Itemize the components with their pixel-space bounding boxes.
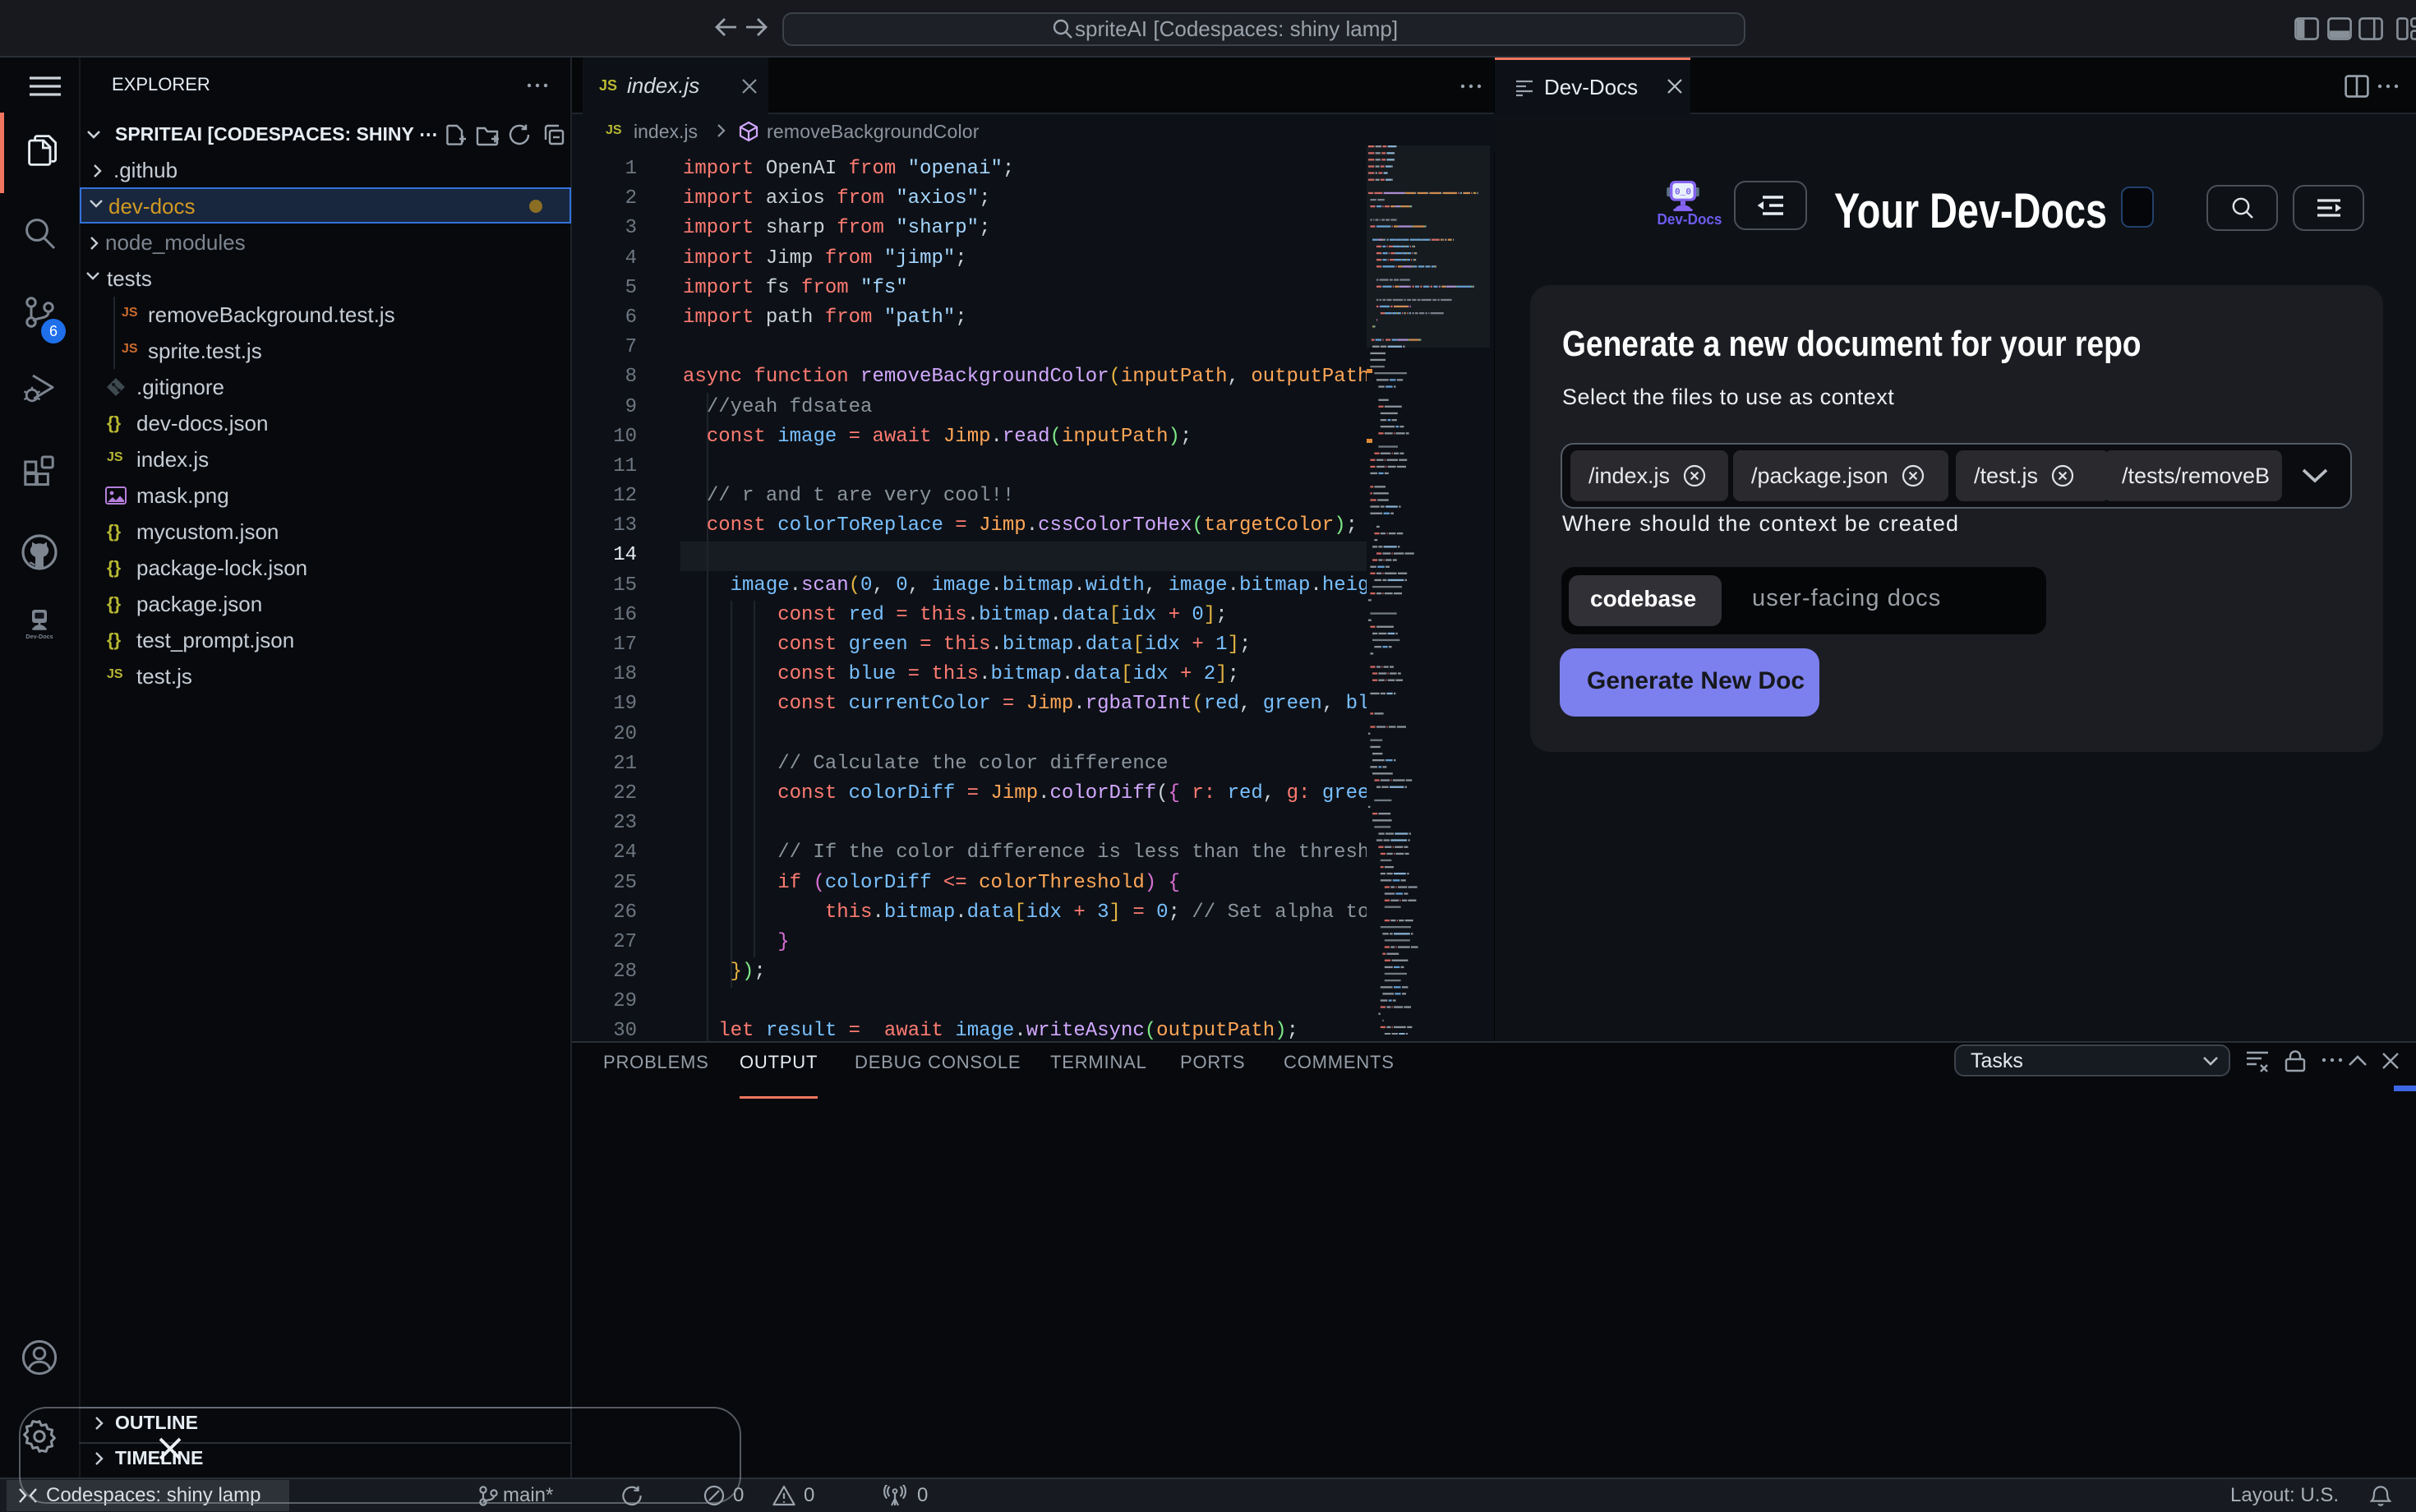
svg-text:Dev-Docs: Dev-Docs (25, 633, 53, 640)
svg-text:0_0: 0_0 (1675, 187, 1691, 197)
